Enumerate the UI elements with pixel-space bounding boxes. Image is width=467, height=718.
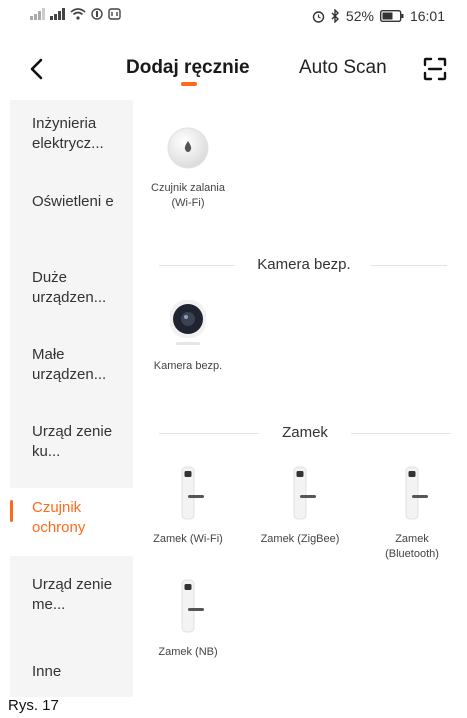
water-sensor-icon: [167, 127, 209, 169]
bluetooth-icon: [331, 9, 339, 23]
status-icons-left: [30, 8, 121, 20]
active-tab-indicator: [181, 82, 197, 86]
sidebar-item-small-appliances[interactable]: Małe urządzen...: [10, 345, 133, 405]
back-arrow-icon: [30, 58, 43, 80]
device-name: Zamek (ZigBee): [260, 533, 340, 545]
device-security-camera[interactable]: Kamera bezp.: [143, 300, 233, 374]
battery-percent: 52%: [345, 8, 374, 24]
status-icons-right: 52% 16:01: [312, 8, 445, 24]
lock-icon: [293, 466, 316, 520]
alarm-icon: [312, 10, 325, 23]
active-indicator: [10, 500, 13, 522]
device-name: Czujnik zalania (Wi-Fi): [151, 182, 225, 209]
device-lock-wifi[interactable]: Zamek (Wi-Fi): [143, 465, 233, 547]
sidebar-item-lighting[interactable]: Oświetleni e: [10, 192, 133, 252]
sidebar-item-security-sensors[interactable]: Czujnik ochrony: [10, 488, 133, 556]
section-divider: [351, 433, 451, 434]
nfc-icon: [108, 8, 121, 20]
lock-icon: [181, 466, 204, 520]
device-name: Zamek (NB): [158, 646, 218, 658]
back-button[interactable]: [22, 54, 52, 84]
figure-caption: Rys. 17: [8, 697, 59, 714]
sidebar-item-label: Czujnik ochrony: [32, 499, 86, 536]
device-list: Czujnik zalania (Wi-Fi) Kamera bezp. Kam…: [133, 100, 467, 697]
sidebar-item-large-appliances[interactable]: Duże urządzen...: [10, 268, 133, 328]
sidebar-item-label: Oświetleni e: [32, 193, 114, 210]
category-sidebar: Inżynieria elektrycz... Oświetleni e Duż…: [10, 100, 133, 697]
device-name: Kamera bezp.: [153, 360, 223, 372]
device-water-sensor[interactable]: Czujnik zalania (Wi-Fi): [143, 126, 233, 211]
sidebar-item-electrical-engineering[interactable]: Inżynieria elektrycz...: [10, 114, 133, 174]
sidebar-item-kitchen-appliances[interactable]: Urząd zenie ku...: [10, 422, 133, 482]
scan-icon: [423, 57, 447, 81]
wifi-icon: [70, 8, 86, 20]
tab-add-manually[interactable]: Dodaj ręcznie: [126, 57, 250, 79]
sidebar-item-label: Duże urządzen...: [32, 269, 107, 306]
device-lock-nb[interactable]: Zamek (NB): [143, 578, 233, 660]
header: Dodaj ręcznie Auto Scan: [0, 40, 467, 96]
sidebar-item-label: Inne: [32, 663, 62, 680]
lock-icon: [181, 579, 204, 633]
clock: 16:01: [409, 8, 445, 24]
section-divider: [371, 265, 447, 266]
battery-icon: [379, 10, 404, 22]
sidebar-item-other[interactable]: Inne: [10, 662, 133, 692]
device-lock-zigbee[interactable]: Zamek (ZigBee): [255, 465, 345, 547]
device-name: Zamek (Wi-Fi): [153, 533, 223, 545]
sidebar-item-media-devices[interactable]: Urząd zenie me...: [10, 575, 133, 635]
signal-icon: [50, 8, 65, 20]
sidebar-item-label: Urząd zenie me...: [32, 576, 113, 613]
camera-icon: [170, 300, 206, 345]
device-lock-bluetooth[interactable]: Zamek (Bluetooth): [367, 465, 457, 562]
tab-auto-scan[interactable]: Auto Scan: [299, 57, 387, 79]
sidebar-item-label: Małe urządzen...: [32, 346, 107, 383]
lock-icon: [405, 466, 428, 520]
sidebar-item-label: Urząd zenie ku...: [32, 423, 113, 460]
sidebar-item-label: Inżynieria elektrycz...: [32, 115, 104, 152]
notification-icon: [91, 8, 103, 20]
device-name: Zamek (Bluetooth): [385, 533, 439, 560]
scan-button[interactable]: [420, 54, 450, 84]
status-bar: 52% 16:01: [0, 0, 467, 34]
signal-icon: [30, 8, 45, 20]
